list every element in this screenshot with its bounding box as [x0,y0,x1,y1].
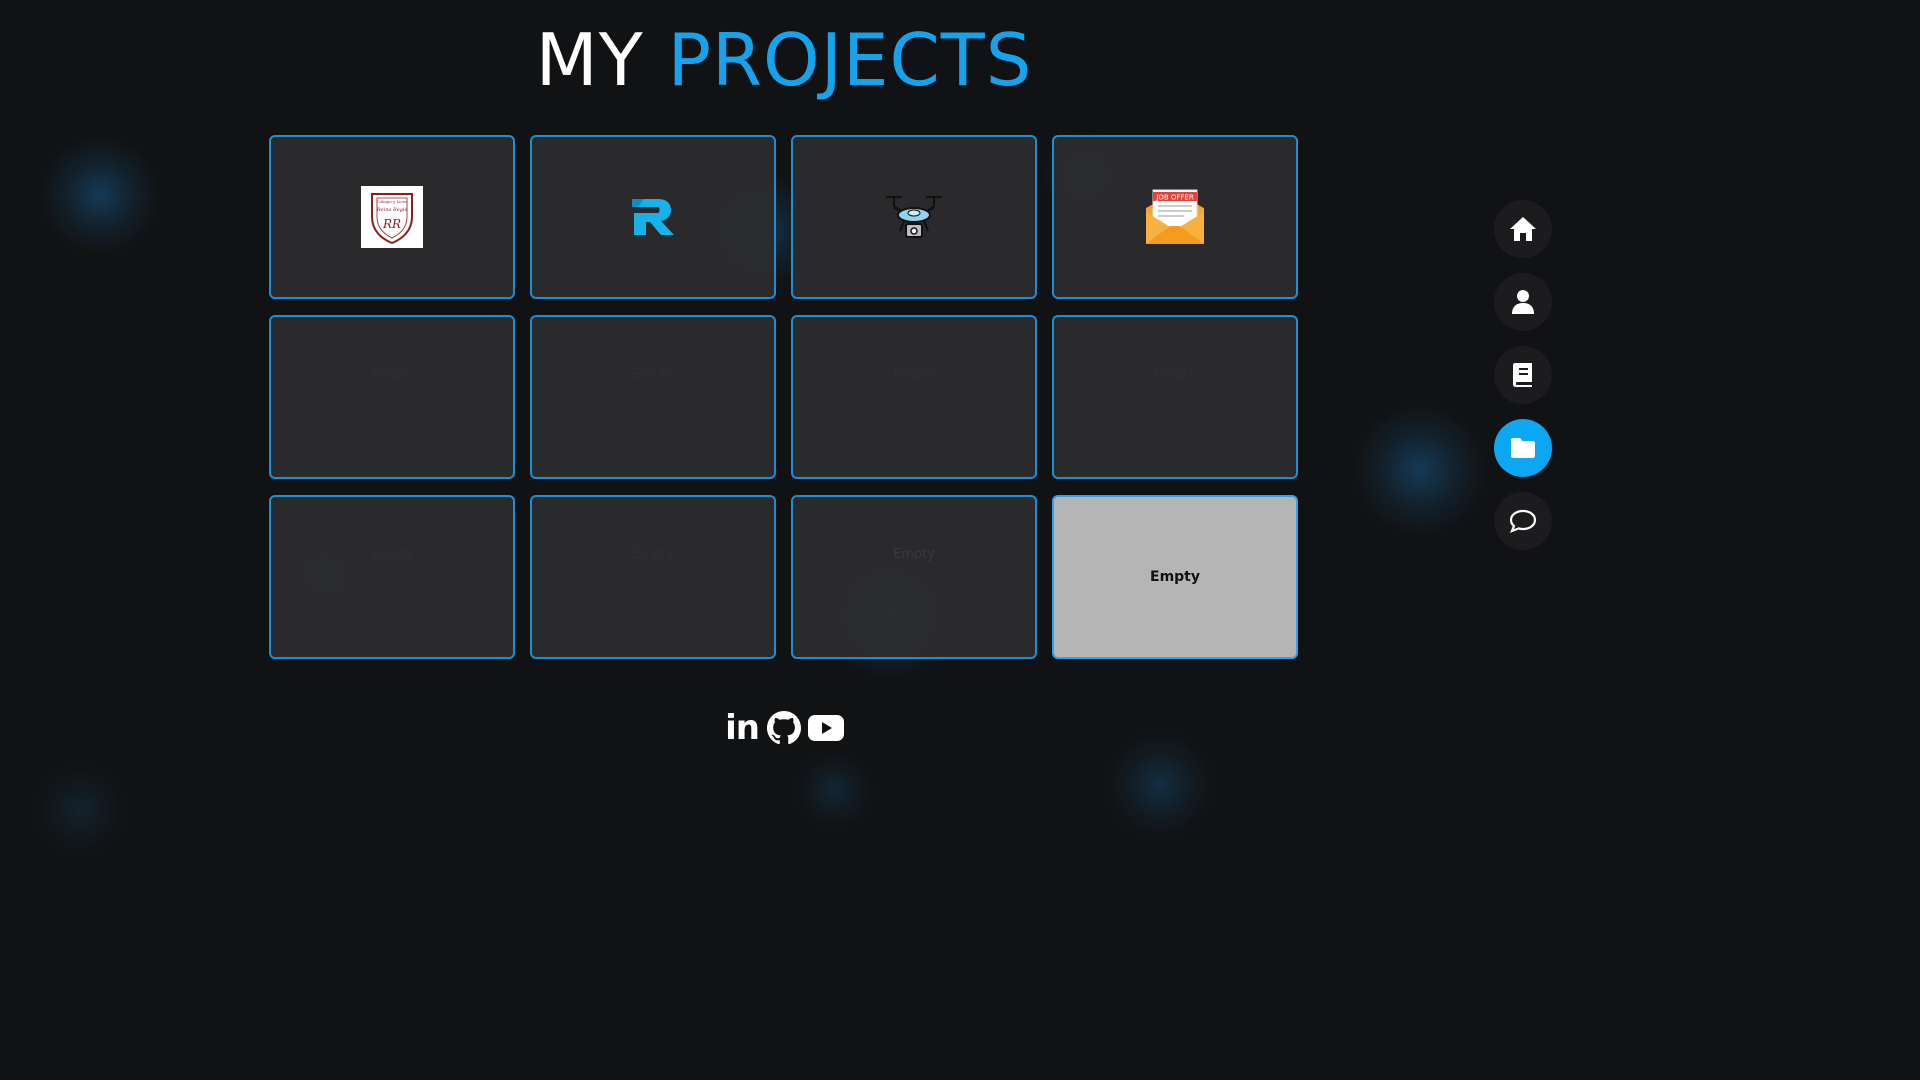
background-glow [1350,400,1490,540]
nav-about-button[interactable] [1494,273,1552,331]
title-prefix: MY [535,18,644,102]
book-icon [1513,363,1532,387]
page-title: MY PROJECTS [0,20,1568,100]
project-card-empty[interactable]: Empty [269,495,515,659]
empty-label: Empty [1150,569,1200,585]
project-card-empty[interactable]: Empty [269,315,515,479]
background-glow [40,130,160,260]
title-accent: PROJECTS [667,18,1033,102]
folder-icon [1511,438,1535,458]
svg-text:Reina Regis: Reina Regis [376,207,408,213]
project-card-empty[interactable]: Empty [791,495,1037,659]
social-links: in [0,710,1568,746]
project-card-empty[interactable]: Empty [791,315,1037,479]
project-card-empty[interactable]: Empty [1052,315,1298,479]
youtube-icon [808,715,844,741]
background-glow [30,760,130,860]
empty-label: Empty [1154,367,1196,382]
projects-grid: Colegio y Liceo Reina Regis RR JOB OFFER… [269,135,1298,659]
background-glow [1100,730,1220,840]
background-glow [790,750,880,830]
side-nav [1494,200,1552,550]
empty-label: Empty [632,547,674,562]
github-icon [767,711,801,745]
youtube-link[interactable] [808,710,844,746]
empty-label: Empty [893,547,935,562]
school-crest-logo: Colegio y Liceo Reina Regis RR [361,186,423,248]
project-card-drone[interactable] [791,135,1037,299]
r-logo [632,199,674,235]
empty-label: Empty [371,547,413,562]
drone-icon [886,196,942,238]
project-card-r-logo[interactable] [530,135,776,299]
project-card-empty-hovered[interactable]: Empty [1052,495,1298,659]
linkedin-link[interactable]: in [724,710,760,746]
home-icon [1510,217,1536,241]
project-card-empty[interactable]: Empty [530,315,776,479]
svg-text:Colegio y Liceo: Colegio y Liceo [376,199,408,204]
project-card-school[interactable]: Colegio y Liceo Reina Regis RR [269,135,515,299]
nav-home-button[interactable] [1494,200,1552,258]
empty-label: Empty [632,367,674,382]
github-link[interactable] [766,710,802,746]
nav-projects-button[interactable] [1494,419,1552,477]
nav-resume-button[interactable] [1494,346,1552,404]
page: MY PROJECTS Colegio y Liceo Reina Regis … [0,0,1568,882]
project-card-job-offer[interactable]: JOB OFFER [1052,135,1298,299]
project-card-empty[interactable]: Empty [530,495,776,659]
svg-text:JOB OFFER: JOB OFFER [1155,194,1194,202]
linkedin-icon: in [725,708,760,748]
chat-icon [1509,509,1537,533]
user-icon [1512,290,1534,314]
empty-label: Empty [893,367,935,382]
nav-contact-button[interactable] [1494,492,1552,550]
svg-text:RR: RR [382,217,401,231]
job-offer-envelope-icon: JOB OFFER [1146,189,1204,244]
empty-label: Empty [371,367,413,382]
